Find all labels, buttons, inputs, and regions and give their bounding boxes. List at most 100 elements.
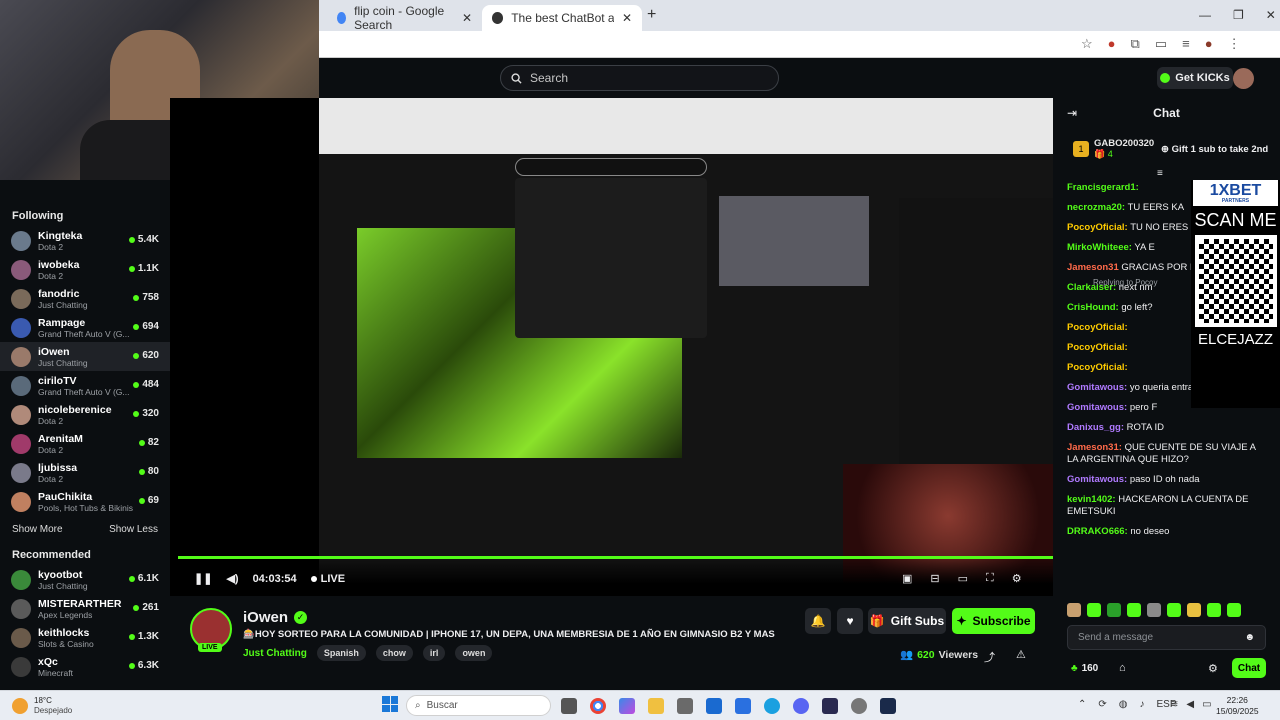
new-tab-button[interactable]: + (647, 6, 656, 24)
tag-spanish[interactable]: Spanish (316, 645, 366, 661)
app-icon[interactable] (822, 698, 838, 714)
chat-settings-icon[interactable]: ⚙ (1208, 662, 1218, 675)
chat-username[interactable]: kevin1402: (1067, 494, 1116, 505)
profile-avatar-icon[interactable]: ● (1205, 36, 1213, 52)
tag-irl[interactable]: irl (422, 645, 446, 661)
settings-icon[interactable]: ⚙ (1012, 572, 1022, 585)
chat-username[interactable]: necrozma20: (1067, 202, 1125, 213)
steam-icon[interactable] (880, 698, 896, 714)
chrome-icon[interactable] (590, 698, 606, 714)
channel-points[interactable]: ♣ 160 (1071, 663, 1098, 674)
wifi-icon[interactable]: ≋ (1170, 699, 1178, 710)
follow-heart-button[interactable]: ♥ (837, 608, 863, 634)
user-avatar[interactable] (1233, 68, 1254, 89)
browser-tab-chatbot[interactable]: The best ChatBot and Widgets ✕ (482, 5, 642, 31)
clip-icon[interactable]: ▣ (902, 572, 912, 585)
tag-chow[interactable]: chow (375, 645, 413, 661)
chat-username[interactable]: Gomitawous: (1067, 474, 1127, 485)
obs-icon[interactable] (851, 698, 867, 714)
chat-username[interactable]: PocoyOficial: (1067, 362, 1128, 373)
start-icon[interactable] (382, 696, 398, 712)
tray-mic-icon[interactable]: ♪ (1140, 699, 1145, 710)
menu-icon[interactable]: ⋮ (1228, 36, 1241, 52)
outlook-icon[interactable] (706, 698, 722, 714)
sidebar-channel-item[interactable]: ciriloTV Grand Theft Auto V (G... 484 (0, 371, 170, 400)
file-explorer-icon[interactable] (648, 698, 664, 714)
emote-icon[interactable] (1067, 603, 1081, 617)
pip-icon[interactable]: ▭ (958, 572, 968, 585)
chat-username[interactable]: Francisgerard1: (1067, 182, 1139, 193)
sidebar-channel-item[interactable]: nicoleberenice Dota 2 320 (0, 400, 170, 429)
sidebar-channel-item[interactable]: ljubissa Dota 2 80 (0, 458, 170, 487)
notification-bell-button[interactable]: 🔔 (805, 608, 831, 634)
chat-username[interactable]: DRRAKO666: (1067, 526, 1128, 537)
show-less-link[interactable]: Show Less (109, 524, 158, 535)
gift-subs-button[interactable]: 🎁 Gift Subs (868, 608, 946, 634)
weather-widget[interactable]: 18°C Despejado (12, 696, 72, 716)
emote-icon[interactable] (1227, 603, 1241, 617)
show-more-link[interactable]: Show More (12, 524, 63, 535)
send-chat-button[interactable]: Chat (1232, 658, 1266, 678)
chat-username[interactable]: MirkoWhiteee: (1067, 242, 1132, 253)
get-kicks-button[interactable]: Get KICKs (1157, 67, 1233, 89)
sidebar-channel-item[interactable]: iwobeka Dota 2 1.1K (0, 255, 170, 284)
discord-icon[interactable] (793, 698, 809, 714)
extension-red-icon[interactable]: ● (1108, 36, 1116, 52)
chat-username[interactable]: CrisHound: (1067, 302, 1119, 313)
report-icon[interactable]: ⚠ (1016, 648, 1026, 661)
copilot-icon[interactable] (619, 698, 635, 714)
category-link[interactable]: Just Chatting (243, 648, 307, 659)
store-icon[interactable]: ⌂ (1119, 662, 1126, 674)
edge-icon[interactable] (764, 698, 780, 714)
store-app-icon[interactable] (677, 698, 693, 714)
speaker-icon[interactable]: ◀ (1186, 699, 1194, 710)
chat-input[interactable]: Send a message ☻ (1067, 625, 1266, 650)
chat-username[interactable]: Jameson31 (1067, 262, 1119, 273)
dropbox-icon[interactable] (735, 698, 751, 714)
extensions-icon[interactable]: ⧉ (1131, 36, 1140, 52)
close-tab-icon[interactable]: ✕ (622, 11, 632, 25)
cast-icon[interactable]: ▭ (1155, 36, 1167, 52)
sidebar-channel-item[interactable]: fanodric Just Chatting 758 (0, 284, 170, 313)
sidebar-channel-item[interactable]: ArenitaM Dota 2 82 (0, 429, 170, 458)
filter-icon[interactable]: ≡ (1157, 168, 1163, 179)
taskbar-search[interactable]: ⌕ Buscar (406, 695, 551, 716)
sidebar-channel-item[interactable]: PauChikita Pools, Hot Tubs & Bikinis 69 (0, 487, 170, 516)
emote-icon[interactable] (1107, 603, 1121, 617)
sidebar-channel-item[interactable]: xQc Minecraft 6.3K (0, 652, 170, 681)
chat-username[interactable]: Danixus_gg: (1067, 422, 1124, 433)
chat-username[interactable]: PocoyOficial: (1067, 342, 1128, 353)
progress-bar[interactable] (178, 556, 1053, 559)
minimize-icon[interactable]: — (1199, 8, 1211, 22)
tray-sync-icon[interactable]: ⟳ (1098, 699, 1106, 710)
emote-icon[interactable] (1087, 603, 1101, 617)
search-input[interactable]: Search (500, 65, 779, 91)
emote-icon[interactable] (1147, 603, 1161, 617)
sidebar-channel-item[interactable]: MISTERARTHER Apex Legends 261 (0, 594, 170, 623)
maximize-icon[interactable]: ❐ (1233, 8, 1244, 22)
sidebar-channel-item[interactable]: iOwen Just Chatting 620 (0, 342, 170, 371)
channel-name[interactable]: iOwen (243, 609, 288, 626)
close-window-icon[interactable]: ✕ (1266, 8, 1276, 22)
chat-username[interactable]: Jameson31: (1067, 442, 1122, 453)
battery-icon[interactable]: ▭ (1202, 699, 1211, 710)
sidebar-channel-item[interactable]: kyootbot Just Chatting 6.1K (0, 565, 170, 594)
sidebar-channel-item[interactable]: Rampage Grand Theft Auto V (G... 694 (0, 313, 170, 342)
star-icon[interactable]: ☆ (1081, 36, 1093, 52)
emote-icon[interactable] (1127, 603, 1141, 617)
tray-network-icon[interactable]: ◍ (1119, 699, 1128, 710)
chat-username[interactable]: PocoyOficial: (1067, 322, 1128, 333)
clock[interactable]: 22:26 15/09/2025 (1216, 695, 1259, 717)
emote-icon[interactable] (1207, 603, 1221, 617)
emoji-icon[interactable]: ☻ (1244, 632, 1255, 643)
chat-username[interactable]: Gomitawous: (1067, 382, 1127, 393)
task-view-icon[interactable] (561, 698, 577, 714)
pause-icon[interactable]: ❚❚ (194, 572, 212, 585)
chat-username[interactable]: Gomitawous: (1067, 402, 1127, 413)
sidebar-channel-item[interactable]: keithlocks Slots & Casino 1.3K (0, 623, 170, 652)
browser-tab-google[interactable]: flip coin - Google Search ✕ (327, 4, 482, 32)
tag-owen[interactable]: owen (455, 645, 493, 661)
close-tab-icon[interactable]: ✕ (462, 11, 472, 25)
media-icon[interactable]: ≡ (1182, 36, 1190, 52)
volume-icon[interactable]: ◀) (226, 572, 238, 585)
